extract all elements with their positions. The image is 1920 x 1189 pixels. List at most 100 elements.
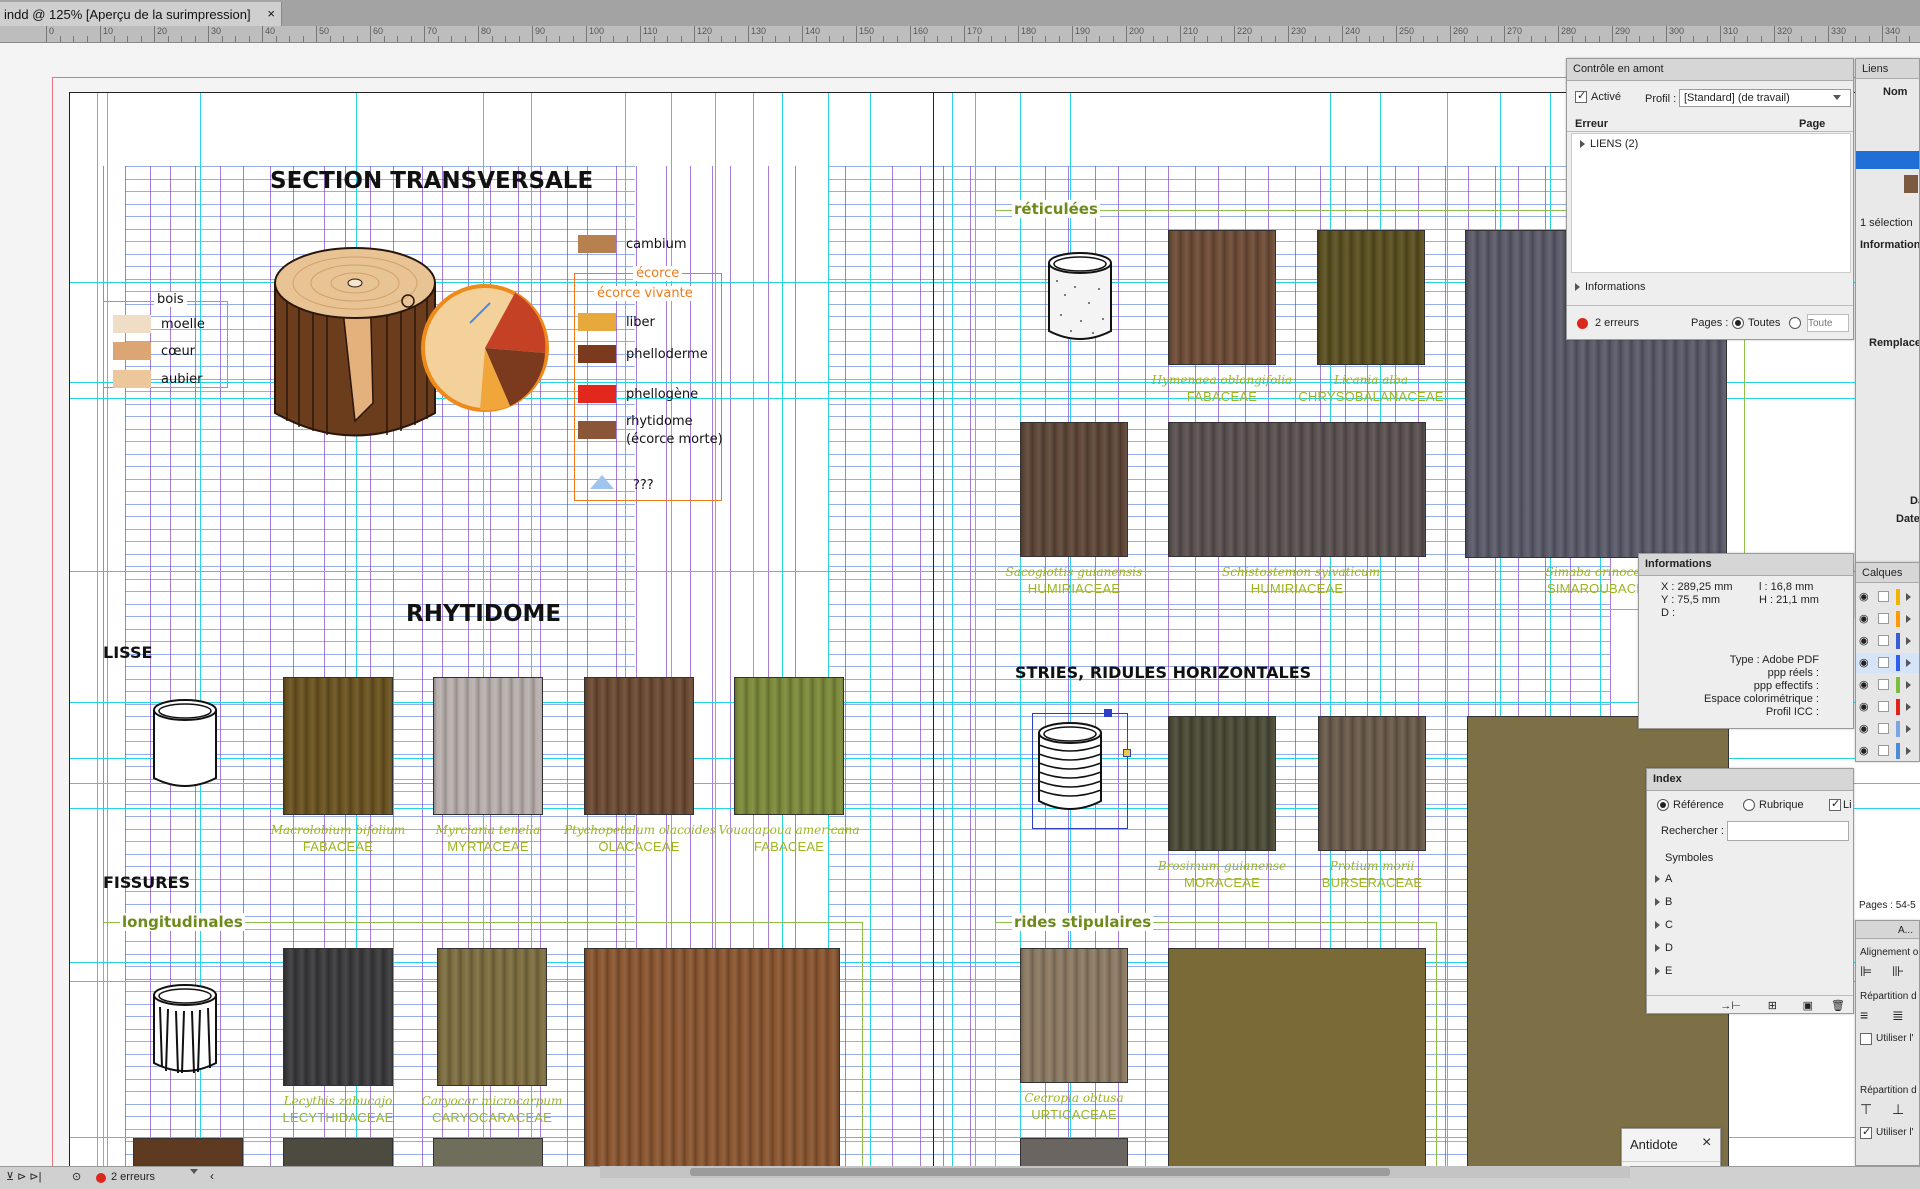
pages-all-radio[interactable] xyxy=(1732,317,1744,329)
scroll-left-icon[interactable]: ‹ xyxy=(210,1169,214,1183)
bark-photo[interactable] xyxy=(433,1138,543,1166)
index-letter-row[interactable]: A xyxy=(1655,873,1672,885)
bark-photo[interactable] xyxy=(1020,1138,1128,1166)
lock-toggle[interactable] xyxy=(1878,591,1889,602)
distribute-h-spacing-icon[interactable]: ⊥ xyxy=(1892,1101,1904,1118)
bark-photo[interactable] xyxy=(1168,948,1426,1166)
expand-arrow-icon[interactable] xyxy=(1655,921,1660,929)
layers-panel[interactable]: Calques ◉ ◉ ◉ ◉ ◉ ◉ ◉ ◉ xyxy=(1855,562,1920,762)
bark-photo[interactable] xyxy=(283,948,393,1086)
expand-arrow-icon[interactable] xyxy=(1580,140,1585,148)
bark-photo[interactable] xyxy=(1168,422,1426,557)
align-center-icon[interactable]: ⊪ xyxy=(1892,963,1904,980)
bark-photo[interactable] xyxy=(433,677,543,815)
scrollbar-thumb[interactable] xyxy=(690,1168,1390,1176)
distribute-spacing-icon[interactable]: ⊤ xyxy=(1860,1101,1872,1118)
lock-toggle[interactable] xyxy=(1878,635,1889,646)
index-letter-row[interactable]: B xyxy=(1655,896,1672,908)
horizontal-ruler[interactable]: 0 10 20 30 40 50 60 70 80 90 100 110 120 130 140 150 160… xyxy=(0,26,1920,43)
preflight-error-list[interactable]: LIENS (2) xyxy=(1571,133,1851,273)
links-panel[interactable]: Liens Nom 1 sélection Information Rempla… xyxy=(1855,58,1920,618)
bark-photo[interactable] xyxy=(1168,716,1276,851)
eye-icon[interactable]: ◉ xyxy=(1859,634,1869,647)
bark-photo[interactable] xyxy=(734,677,844,815)
link-thumbnail[interactable] xyxy=(1904,175,1918,193)
expand-arrow-icon[interactable] xyxy=(1906,747,1911,755)
layer-row[interactable]: ◉ xyxy=(1856,741,1919,761)
eye-icon[interactable]: ◉ xyxy=(1859,678,1869,691)
eye-icon[interactable]: ◉ xyxy=(1859,700,1869,713)
content-grabber[interactable] xyxy=(1123,749,1131,757)
profile-select[interactable]: [Standard] (de travail) xyxy=(1679,89,1851,107)
bark-photo[interactable] xyxy=(1317,230,1425,365)
expand-arrow-icon[interactable] xyxy=(1906,593,1911,601)
ruler-guide-vertical[interactable] xyxy=(975,93,976,1166)
col-error[interactable]: Erreur xyxy=(1575,118,1608,130)
preflight-info-row[interactable]: Informations xyxy=(1575,281,1646,293)
symbols-label[interactable]: Symboles xyxy=(1665,852,1713,864)
expand-arrow-icon[interactable] xyxy=(1906,659,1911,667)
bark-photo[interactable] xyxy=(584,677,694,815)
lock-toggle[interactable] xyxy=(1878,745,1889,756)
trash-icon[interactable]: 🗑 xyxy=(1831,999,1845,1012)
bark-photo[interactable] xyxy=(283,677,393,815)
eye-icon[interactable]: ◉ xyxy=(1859,590,1869,603)
bark-photo[interactable] xyxy=(1020,948,1128,1083)
index-letter-row[interactable]: D xyxy=(1655,942,1673,954)
expand-arrow-icon[interactable] xyxy=(1906,681,1911,689)
expand-arrow-icon[interactable] xyxy=(1655,875,1660,883)
bark-photo[interactable] xyxy=(133,1138,243,1166)
distribute-top-icon[interactable]: ≡ xyxy=(1860,1007,1868,1023)
links-selected-row[interactable] xyxy=(1856,151,1919,169)
eye-icon[interactable]: ◉ xyxy=(1859,722,1869,735)
antidote-close-icon[interactable]: × xyxy=(1702,1134,1711,1152)
layer-row[interactable]: ◉ xyxy=(1856,631,1919,651)
eye-icon[interactable]: ◉ xyxy=(1859,612,1869,625)
bark-photo[interactable] xyxy=(584,948,840,1166)
bark-photo[interactable] xyxy=(437,948,547,1086)
lock-toggle[interactable] xyxy=(1878,701,1889,712)
document-tab[interactable]: indd @ 125% [Aperçu de la surimpression]… xyxy=(0,2,282,26)
expand-arrow-icon[interactable] xyxy=(1575,283,1580,291)
new-page-icon[interactable]: ▣ xyxy=(1803,999,1813,1012)
index-letter-row[interactable]: E xyxy=(1655,965,1672,977)
expand-arrow-icon[interactable] xyxy=(1906,703,1911,711)
trunk-cross-section-illustration[interactable] xyxy=(265,223,565,463)
layer-row[interactable]: ◉ xyxy=(1856,609,1919,629)
align-panel[interactable]: A... Alignement o ⊫ ⊪ Répartition d ≡ ≣ … xyxy=(1855,920,1920,1166)
expand-arrow-icon[interactable] xyxy=(1655,944,1660,952)
ruler-guide-vertical[interactable] xyxy=(97,93,98,1166)
preflight-active-checkbox[interactable] xyxy=(1575,89,1587,103)
preflight-icon[interactable]: ⊙ xyxy=(72,1170,81,1183)
reference-radio[interactable] xyxy=(1657,799,1669,811)
page-nav-icon[interactable]: ⊻ ⊳ ⊳| xyxy=(6,1170,41,1183)
index-panel[interactable]: Index Référence Rubrique Li Rechercher :… xyxy=(1646,768,1854,1014)
selection-frame[interactable] xyxy=(1032,713,1128,829)
align-left-icon[interactable]: ⊫ xyxy=(1860,963,1872,980)
rubrique-radio[interactable] xyxy=(1743,799,1755,811)
layer-row[interactable]: ◉ xyxy=(1856,675,1919,695)
align-panel-tab[interactable]: A... xyxy=(1856,921,1919,939)
bark-photo[interactable] xyxy=(1168,230,1276,365)
index-search-input[interactable] xyxy=(1727,821,1849,841)
expand-arrow-icon[interactable] xyxy=(1655,967,1660,975)
lock-toggle[interactable] xyxy=(1878,679,1889,690)
layer-row[interactable]: ◉ xyxy=(1856,587,1919,607)
distribute-center-icon[interactable]: ≣ xyxy=(1892,1007,1904,1024)
new-entry-icon[interactable]: ⊞ xyxy=(1768,999,1777,1012)
ruler-guide-vertical[interactable] xyxy=(952,93,953,1166)
links-col-name[interactable]: Nom xyxy=(1883,86,1907,98)
bark-photo[interactable] xyxy=(1020,422,1128,557)
lock-toggle[interactable] xyxy=(1878,723,1889,734)
eye-icon[interactable]: ◉ xyxy=(1859,744,1869,757)
layer-row[interactable]: ◉ xyxy=(1856,719,1919,739)
expand-arrow-icon[interactable] xyxy=(1906,637,1911,645)
status-error-count[interactable]: 2 erreurs xyxy=(111,1171,155,1183)
pages-range-radio[interactable] xyxy=(1789,317,1801,329)
preflight-row-liens[interactable]: LIENS (2) xyxy=(1580,138,1638,150)
expand-arrow-icon[interactable] xyxy=(1906,615,1911,623)
bark-photo[interactable] xyxy=(283,1138,393,1166)
col-page[interactable]: Page xyxy=(1799,118,1825,130)
preflight-error-count[interactable]: 2 erreurs xyxy=(1595,317,1639,329)
pages-range-input[interactable] xyxy=(1807,314,1849,332)
